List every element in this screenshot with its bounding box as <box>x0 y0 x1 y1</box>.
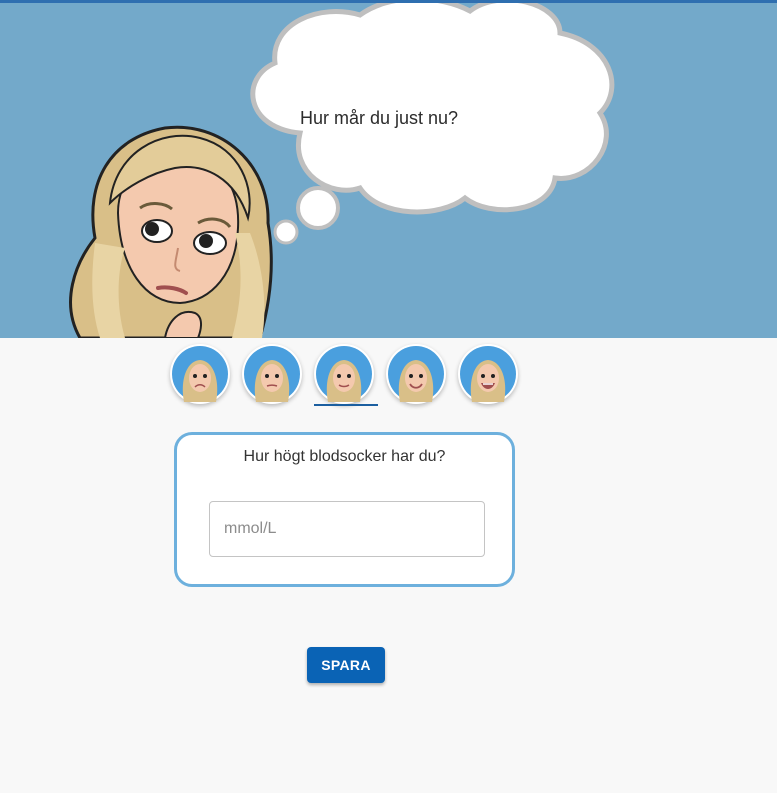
hero-banner: Hur mår du just nu? <box>0 3 777 338</box>
mood-option-very-sad[interactable] <box>170 344 230 404</box>
selected-mood-indicator <box>314 404 378 406</box>
blood-sugar-card: Hur högt blodsocker har du? <box>174 432 515 587</box>
neutral-face-icon <box>316 346 372 402</box>
blood-sugar-input[interactable] <box>209 501 485 557</box>
blood-sugar-question: Hur högt blodsocker har du? <box>243 448 446 465</box>
mood-option-sad[interactable] <box>242 344 302 404</box>
mood-option-very-happy[interactable] <box>458 344 518 404</box>
slightly-sad-face-icon <box>244 346 300 402</box>
sad-face-icon <box>172 346 228 402</box>
save-button[interactable]: SPARA <box>307 647 385 683</box>
mood-option-happy[interactable] <box>386 344 446 404</box>
mood-option-neutral[interactable] <box>314 344 374 404</box>
thought-bubble-illustration <box>69 3 615 338</box>
grinning-face-icon <box>460 346 516 402</box>
mood-question: Hur mår du just nu? <box>300 108 459 128</box>
smiling-face-icon <box>388 346 444 402</box>
